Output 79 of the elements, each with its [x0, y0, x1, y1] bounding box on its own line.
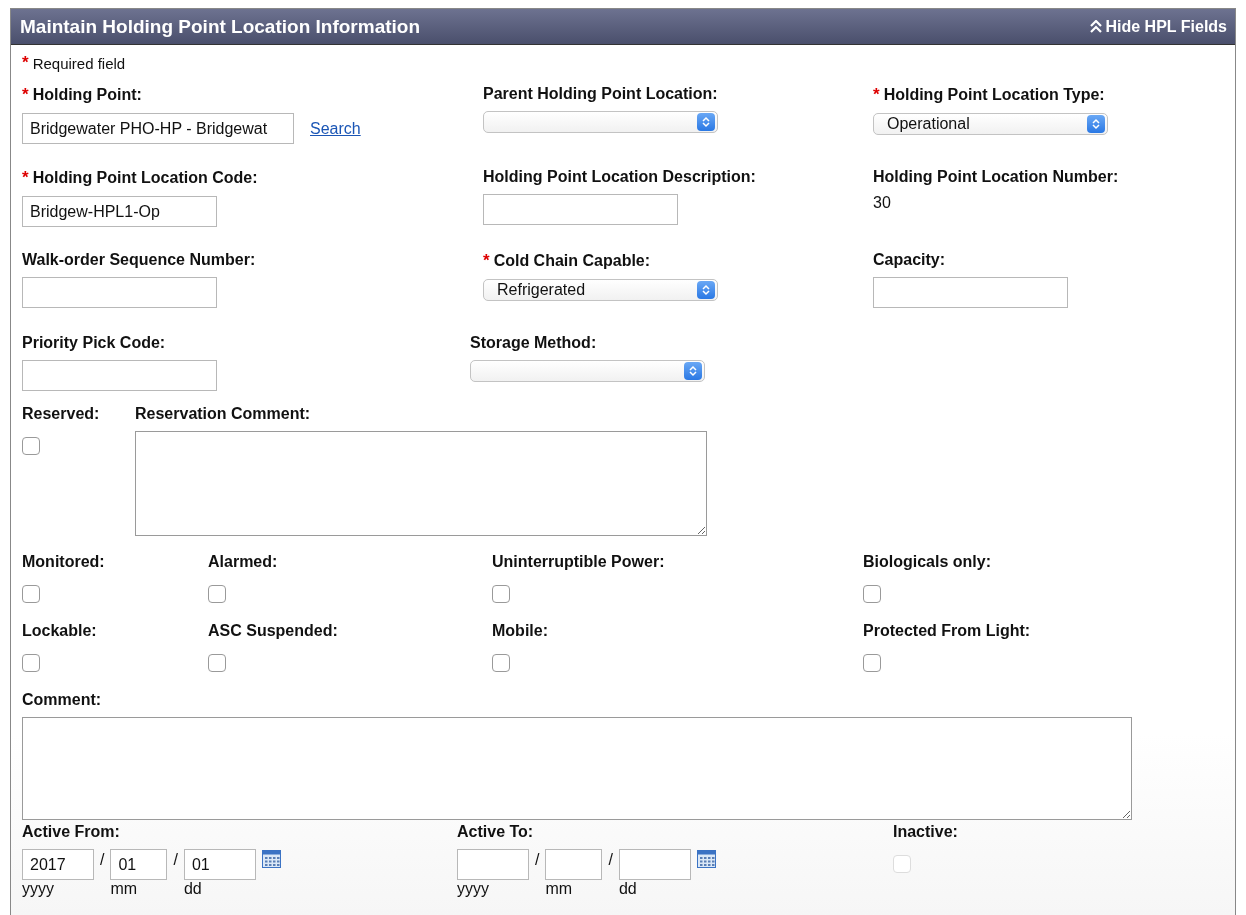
checkbox[interactable]	[208, 654, 226, 672]
field-label: Active To:	[457, 823, 534, 841]
date-field[interactable]	[457, 849, 529, 880]
field-label: Walk-order Sequence Number:	[22, 251, 256, 269]
dropdown[interactable]: Refrigerated	[483, 279, 718, 301]
field-label: Reservation Comment:	[135, 405, 311, 423]
updown-arrows-icon	[702, 116, 710, 128]
search-link[interactable]: Search	[310, 119, 361, 138]
text-field[interactable]	[22, 277, 217, 308]
checkbox[interactable]	[863, 585, 881, 603]
text-field[interactable]	[483, 194, 678, 225]
field-value: 30	[873, 194, 892, 212]
field-label: Capacity:	[873, 251, 946, 269]
field-label: Mobile:	[492, 622, 548, 640]
checkbox[interactable]	[208, 585, 226, 603]
dropdown[interactable]	[470, 360, 705, 382]
date-format-hint: yyyy	[22, 880, 55, 898]
comment-field[interactable]	[22, 717, 1132, 820]
field-label: Holding Point Location Code:	[32, 169, 258, 187]
field-label: Holding Point:	[32, 86, 142, 104]
field-label: Active From:	[22, 823, 120, 841]
field-label: Holding Point Location Number:	[873, 168, 1119, 186]
date-format-hint: yyyy	[457, 880, 490, 898]
field-label: Storage Method:	[470, 334, 597, 352]
field-label: Cold Chain Capable:	[493, 252, 651, 270]
date-field[interactable]: 01	[183, 849, 256, 880]
hide-fields-link[interactable]: Hide HPL Fields	[1090, 17, 1227, 36]
field-label: Alarmed:	[208, 553, 278, 571]
date-format-hint: dd	[618, 880, 638, 898]
field-label: Priority Pick Code:	[22, 334, 166, 352]
updown-arrows-icon	[702, 284, 710, 296]
field-label: Lockable:	[22, 622, 97, 640]
dropdown[interactable]: Operational	[873, 113, 1108, 135]
required-mark: *	[873, 85, 880, 105]
date-field[interactable]	[618, 849, 691, 880]
checkbox[interactable]	[22, 585, 40, 603]
dropdown[interactable]	[483, 111, 718, 133]
updown-arrows-icon	[1092, 118, 1100, 130]
checkbox[interactable]	[22, 654, 40, 672]
field-label: Biologicals only:	[863, 553, 991, 571]
updown-arrows-icon	[689, 365, 697, 377]
date-separator: /	[100, 850, 105, 869]
checkbox[interactable]	[863, 654, 881, 672]
comment-field[interactable]	[135, 431, 707, 536]
date-field[interactable]: 2017	[22, 849, 94, 880]
field-label: ASC Suspended:	[208, 622, 338, 640]
calendar-icon[interactable]	[696, 850, 716, 868]
panel-title: Maintain Holding Point Location Information	[20, 15, 421, 38]
text-field[interactable]: Bridgew-HPL1-Op	[22, 196, 217, 227]
field-label: Monitored:	[22, 553, 105, 571]
double-chevron-up-icon	[1090, 19, 1103, 34]
date-separator: /	[173, 850, 178, 869]
field-label: Parent Holding Point Location:	[483, 85, 718, 103]
field-label: Uninterruptible Power:	[492, 553, 665, 571]
field-label: Holding Point Location Type:	[883, 86, 1105, 104]
required-mark: *	[483, 251, 490, 271]
checkbox[interactable]	[492, 654, 510, 672]
text-field[interactable]: Bridgewater PHO-HP - Bridgewat	[22, 113, 294, 144]
date-format-hint: dd	[183, 880, 203, 898]
field-label: Reserved:	[22, 405, 100, 423]
checkbox[interactable]	[492, 585, 510, 603]
field-label: Holding Point Location Description:	[483, 168, 756, 186]
required-mark: *	[22, 53, 29, 73]
date-field[interactable]: 01	[110, 849, 168, 880]
date-field[interactable]	[545, 849, 603, 880]
calendar-icon[interactable]	[261, 850, 281, 868]
date-separator: /	[608, 850, 613, 869]
required-mark: *	[22, 85, 29, 105]
field-label: Protected From Light:	[863, 622, 1031, 640]
field-label: Comment:	[22, 691, 102, 709]
field-label: Inactive:	[893, 823, 958, 841]
checkbox[interactable]	[22, 437, 40, 455]
text-field[interactable]	[873, 277, 1068, 308]
date-separator: /	[535, 850, 540, 869]
date-format-hint: mm	[545, 880, 574, 898]
required-note: Required field	[32, 54, 126, 72]
required-mark: *	[22, 168, 29, 188]
text-field[interactable]	[22, 360, 217, 391]
date-format-hint: mm	[110, 880, 139, 898]
